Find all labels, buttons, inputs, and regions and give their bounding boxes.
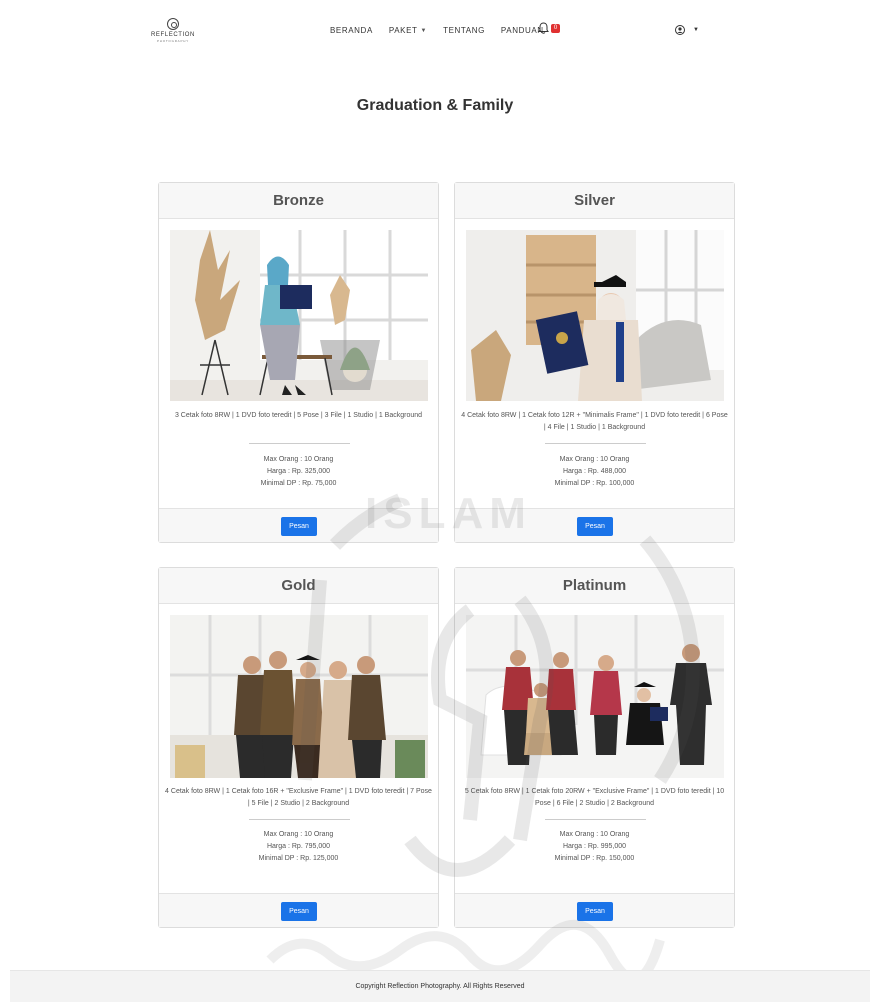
navbar: REFLECTION PHOTOGRAPHY BERANDA PAKET ▼ TE… — [0, 0, 870, 64]
max-people: Max Orang : 10 Orang — [263, 456, 334, 463]
user-icon — [675, 25, 685, 35]
card-footer: Pesan — [159, 893, 438, 927]
card-title: Silver — [455, 183, 734, 219]
package-info: Max Orang : 10 Orang Harga : Rp. 325,000… — [159, 454, 438, 490]
package-info: Max Orang : 10 Orang Harga : Rp. 995,000… — [455, 829, 734, 865]
nav-item-beranda[interactable]: BERANDA — [330, 26, 373, 35]
price: Harga : Rp. 995,000 — [562, 843, 627, 850]
card-footer: Pesan — [159, 508, 438, 542]
footer: Copyright Reflection Photography. All Ri… — [10, 970, 870, 1002]
package-photo — [466, 615, 724, 786]
max-people: Max Orang : 10 Orang — [559, 456, 630, 463]
price: Harga : Rp. 488,000 — [562, 468, 627, 475]
package-photo — [170, 230, 428, 401]
nav-item-label: BERANDA — [330, 26, 373, 35]
user-menu[interactable]: ▼ — [675, 25, 699, 35]
package-card-silver: Silver 4 Cetak foto 8RW | 1 Cetak foto 1… — [454, 182, 735, 543]
card-title: Gold — [159, 568, 438, 604]
brand-name: REFLECTION — [150, 32, 195, 38]
order-button[interactable]: Pesan — [577, 902, 613, 921]
package-photo — [170, 615, 428, 786]
minimum-dp: Minimal DP : Rp. 125,000 — [258, 855, 339, 862]
card-title: Bronze — [159, 183, 438, 219]
card-title: Platinum — [455, 568, 734, 604]
divider — [249, 443, 350, 444]
main-nav: BERANDA PAKET ▼ TENTANG PANDUAN — [330, 26, 544, 35]
package-card-bronze: Bronze 3 Cetak foto 8RW | 1 DVD foto ter… — [158, 182, 439, 543]
package-info: Max Orang : 10 Orang Harga : Rp. 488,000… — [455, 454, 734, 490]
package-card-platinum: Platinum 5 Cetak foto 8RW | 1 Cetak foto… — [454, 567, 735, 928]
page-title: Graduation & Family — [356, 97, 514, 114]
copyright-text: Copyright Reflection Photography. All Ri… — [355, 983, 525, 990]
package-description: 4 Cetak foto 8RW | 1 Cetak foto 12R + "M… — [461, 412, 728, 431]
nav-item-label: TENTANG — [443, 26, 485, 35]
nav-item-paket[interactable]: PAKET ▼ — [389, 26, 427, 35]
nav-item-tentang[interactable]: TENTANG — [443, 26, 485, 35]
brand-logo[interactable]: REFLECTION PHOTOGRAPHY — [148, 18, 198, 43]
package-description: 5 Cetak foto 8RW | 1 Cetak foto 20RW + "… — [464, 788, 725, 807]
minimum-dp: Minimal DP : Rp. 150,000 — [554, 855, 635, 862]
notification-button[interactable]: 0 — [538, 22, 560, 34]
minimum-dp: Minimal DP : Rp. 100,000 — [554, 480, 635, 487]
max-people: Max Orang : 10 Orang — [559, 831, 630, 838]
divider — [249, 819, 350, 820]
chevron-down-icon: ▼ — [693, 27, 699, 33]
package-card-gold: Gold 4 Cetak foto 8RW | 1 Cetak foto 16R… — [158, 567, 439, 928]
price: Harga : Rp. 325,000 — [266, 468, 331, 475]
max-people: Max Orang : 10 Orang — [263, 831, 334, 838]
price: Harga : Rp. 795,000 — [266, 843, 331, 850]
divider — [545, 443, 646, 444]
order-button[interactable]: Pesan — [281, 902, 317, 921]
brand-subtitle: PHOTOGRAPHY — [156, 39, 190, 43]
order-button[interactable]: Pesan — [577, 517, 613, 536]
minimum-dp: Minimal DP : Rp. 75,000 — [260, 480, 337, 487]
notification-badge: 0 — [551, 23, 560, 33]
package-description: 3 Cetak foto 8RW | 1 DVD foto teredit | … — [174, 412, 423, 419]
package-description: 4 Cetak foto 8RW | 1 Cetak foto 16R + "E… — [165, 788, 432, 807]
package-photo — [466, 230, 724, 401]
bell-icon — [538, 22, 549, 34]
card-footer: Pesan — [455, 893, 734, 927]
order-button[interactable]: Pesan — [281, 517, 317, 536]
card-footer: Pesan — [455, 508, 734, 542]
divider — [545, 819, 646, 820]
logo-icon — [167, 18, 179, 30]
nav-item-label: PAKET — [388, 26, 418, 35]
package-info: Max Orang : 10 Orang Harga : Rp. 795,000… — [159, 829, 438, 865]
chevron-down-icon: ▼ — [420, 27, 428, 34]
